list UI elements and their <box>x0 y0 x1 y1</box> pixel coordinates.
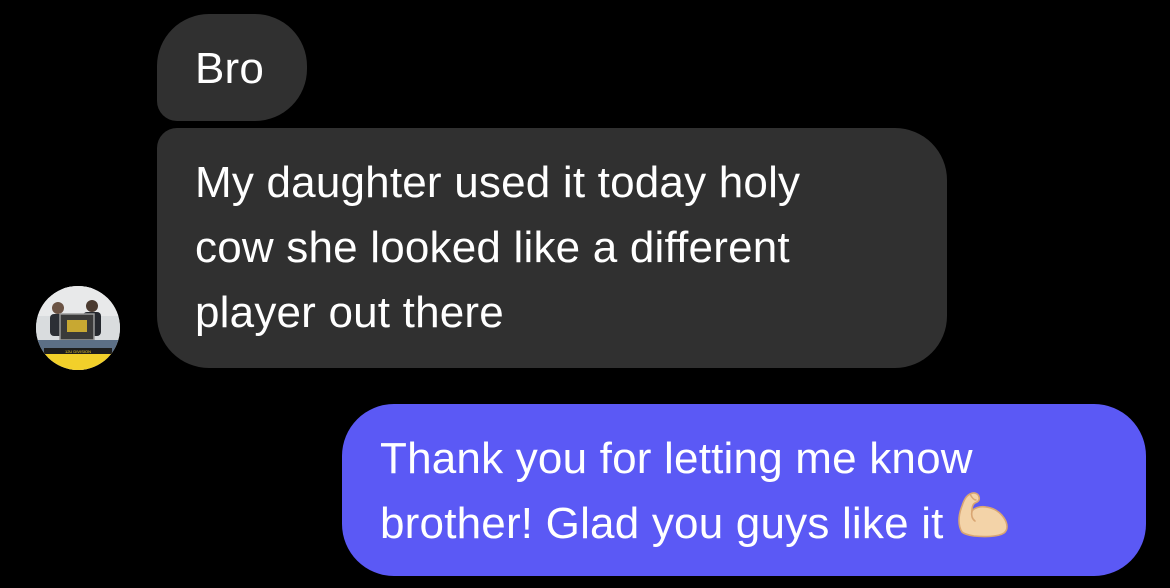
avatar-banner-text: 12U DIVISION <box>65 349 91 354</box>
flexed-biceps-icon <box>954 488 1014 556</box>
avatar-photo: 12U DIVISION <box>36 286 120 370</box>
incoming-message-bubble[interactable]: Bro <box>157 14 307 121</box>
message-text: player out there <box>195 288 504 337</box>
outgoing-message-bubble[interactable]: Thank you for letting me know brother! G… <box>342 404 1146 576</box>
message-text: cow she looked like a different <box>195 223 790 272</box>
sender-avatar[interactable]: 12U DIVISION <box>36 286 120 370</box>
message-text: Thank you for letting me know <box>380 434 973 483</box>
incoming-message-bubble[interactable]: My daughter used it today holy cow she l… <box>157 128 947 368</box>
message-text-with-emoji: brother! Glad you guys like it <box>380 491 1116 556</box>
message-text: Bro <box>195 44 265 93</box>
message-text: My daughter used it today holy <box>195 158 801 207</box>
message-text: brother! Glad you guys like it <box>380 499 944 548</box>
